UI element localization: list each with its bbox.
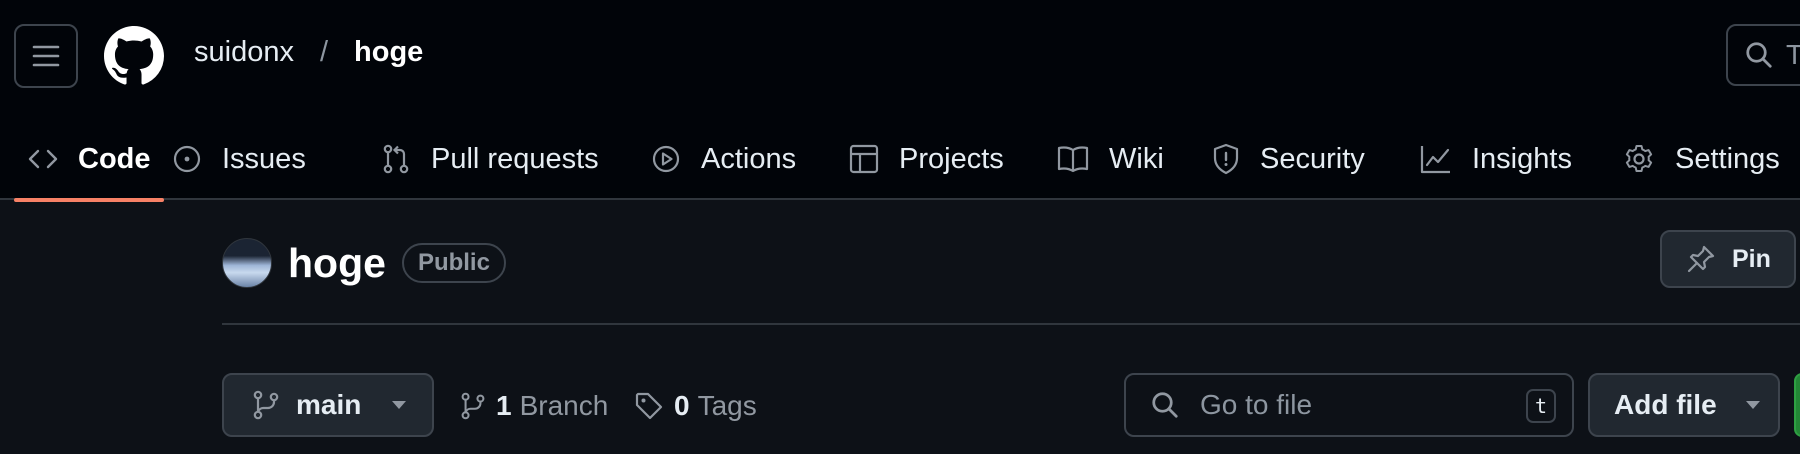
git-pull-request-icon — [383, 144, 409, 174]
pin-button-label: Pin — [1732, 244, 1771, 273]
tag-count-label: Tags — [697, 390, 757, 421]
tab-wiki[interactable]: Wiki — [1057, 118, 1164, 200]
tab-issues-label: Issues — [222, 142, 306, 175]
go-to-file-placeholder: Go to file — [1200, 389, 1313, 420]
keyboard-shortcut-hint: t — [1526, 389, 1556, 423]
chevron-down-icon — [392, 401, 407, 409]
pin-icon — [1687, 245, 1715, 273]
global-search-placeholder: T — [1786, 39, 1800, 70]
table-icon — [849, 144, 879, 174]
tab-issues[interactable]: Issues — [172, 118, 306, 200]
issue-opened-icon — [173, 145, 201, 173]
visibility-badge: Public — [401, 243, 506, 283]
repo-link[interactable]: hoge — [354, 36, 423, 69]
add-file-button[interactable]: Add file — [1588, 373, 1780, 437]
tab-settings[interactable]: Settings — [1623, 118, 1780, 200]
section-divider — [222, 323, 1800, 325]
tab-pull-requests-label: Pull requests — [431, 142, 599, 175]
breadcrumb-separator: / — [319, 36, 329, 68]
code-icon — [28, 149, 58, 169]
tags-link[interactable]: 0 Tags — [634, 390, 757, 422]
global-search-button[interactable]: T — [1726, 24, 1800, 86]
tab-projects[interactable]: Projects — [849, 118, 1004, 200]
tab-code-label: Code — [78, 142, 151, 175]
add-file-label: Add file — [1614, 389, 1717, 420]
git-branch-icon — [461, 392, 485, 420]
app-header: suidonx / hoge T Code Issues Pull reques… — [0, 0, 1800, 202]
tab-pull-requests[interactable]: Pull requests — [381, 118, 599, 200]
branch-count: 1 — [496, 390, 512, 421]
branch-select-button[interactable]: main — [222, 373, 434, 437]
repo-title[interactable]: hoge — [288, 240, 386, 287]
tab-security-label: Security — [1260, 142, 1365, 175]
repo-title-row: hoge Public — [222, 236, 506, 290]
git-branch-icon — [253, 390, 279, 420]
github-logo-icon[interactable] — [104, 26, 164, 86]
tab-insights[interactable]: Insights — [1420, 118, 1572, 200]
chevron-down-icon — [1745, 401, 1760, 409]
go-to-file-input[interactable]: Go to file t — [1124, 373, 1574, 437]
branch-count-label: Branch — [519, 390, 609, 421]
tab-code[interactable]: Code — [28, 118, 151, 200]
tab-security[interactable]: Security — [1212, 118, 1365, 200]
owner-link[interactable]: suidonx — [194, 36, 294, 69]
code-button[interactable] — [1794, 373, 1800, 437]
shield-icon — [1213, 143, 1239, 175]
tab-actions-label: Actions — [701, 142, 797, 175]
tab-insights-label: Insights — [1472, 142, 1572, 175]
breadcrumb: suidonx / hoge — [194, 36, 423, 69]
book-icon — [1057, 146, 1089, 173]
tab-projects-label: Projects — [899, 142, 1004, 175]
tab-settings-label: Settings — [1675, 142, 1780, 175]
gear-icon — [1625, 145, 1653, 172]
hamburger-icon — [32, 45, 60, 67]
repo-nav: Code Issues Pull requests Actions Projec… — [0, 118, 1800, 202]
avatar[interactable] — [222, 238, 272, 288]
active-tab-indicator — [14, 198, 164, 202]
branches-link[interactable]: 1 Branch — [460, 390, 608, 422]
tab-actions[interactable]: Actions — [651, 118, 796, 200]
branch-name: main — [296, 389, 362, 420]
graph-icon — [1420, 146, 1450, 174]
tag-icon — [635, 392, 663, 420]
tag-count: 0 — [674, 390, 690, 421]
menu-button[interactable] — [14, 24, 78, 88]
tab-wiki-label: Wiki — [1109, 142, 1164, 175]
play-icon — [652, 145, 680, 173]
search-icon — [1746, 42, 1772, 68]
search-icon — [1152, 392, 1178, 418]
pin-button[interactable]: Pin — [1660, 230, 1796, 288]
